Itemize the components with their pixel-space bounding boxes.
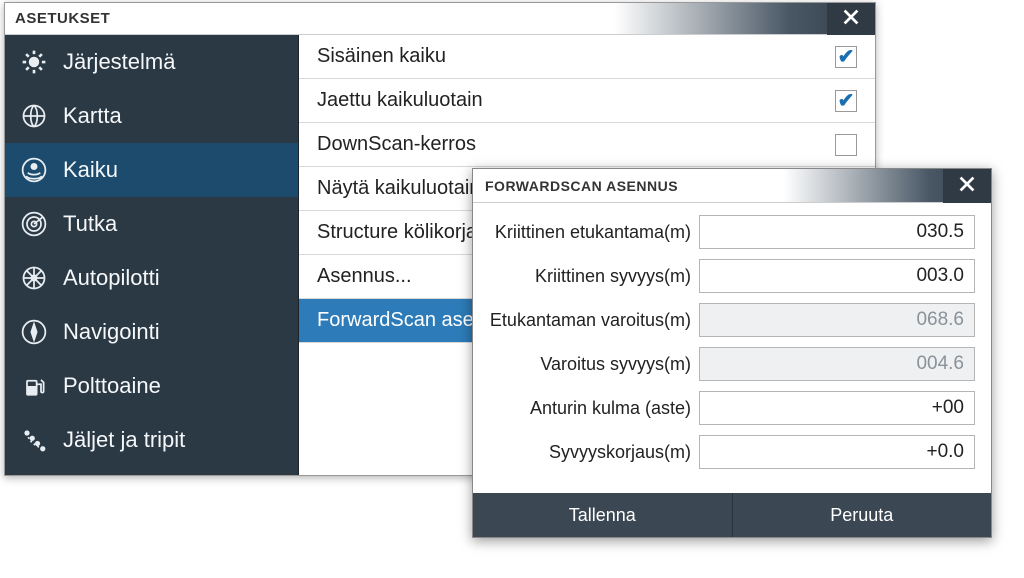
sidebar-item-compass[interactable]: Navigointi [5,305,298,359]
cancel-button[interactable]: Peruuta [733,493,992,537]
sidebar-item-wheel[interactable]: Autopilotti [5,251,298,305]
list-row-label: Asennus... [317,265,412,288]
sidebar-item-gear[interactable]: Järjestelmä [5,35,298,89]
globe-icon [19,101,49,131]
checkbox[interactable] [835,134,857,156]
list-row-label: DownScan-kerros [317,133,476,156]
tracks-icon [19,425,49,455]
gear-icon [19,47,49,77]
form-row: Varoitus syvyys(m) [489,347,975,381]
sidebar-item-fuel[interactable]: Polttoaine [5,359,298,413]
field-label: Kriittinen etukantama(m) [489,222,699,243]
sidebar: Järjestelmä Kartta Kaiku Tutka Autopilotti Na… [5,35,299,475]
forwardscan-dialog: FORWARDSCAN ASENNUS Kriittinen etukantam… [472,168,992,538]
forwardscan-title: FORWARDSCAN ASENNUS [473,178,678,194]
field-input [699,347,975,381]
list-row[interactable]: Sisäinen kaiku [299,35,875,79]
field-label: Varoitus syvyys(m) [489,354,699,375]
field-label: Anturin kulma (aste) [489,398,699,419]
field-label: Etukantaman varoitus(m) [489,310,699,331]
field-input[interactable] [699,215,975,249]
field-input [699,303,975,337]
checkbox[interactable] [835,46,857,68]
forwardscan-footer: Tallenna Peruuta [473,493,991,537]
forwardscan-header: FORWARDSCAN ASENNUS [473,169,991,203]
settings-close-button[interactable] [827,3,875,35]
form-row: Anturin kulma (aste) [489,391,975,425]
field-label: Syvyyskorjaus(m) [489,442,699,463]
compass-icon [19,317,49,347]
sidebar-item-sonar[interactable]: Kaiku [5,143,298,197]
close-icon [840,6,862,33]
form-row: Kriittinen syvyys(m) [489,259,975,293]
forwardscan-body: Kriittinen etukantama(m) Kriittinen syvyy… [473,203,991,493]
sidebar-item-label: Autopilotti [63,265,160,291]
sidebar-item-label: Navigointi [63,319,160,345]
sidebar-item-label: Kaiku [63,157,118,183]
list-row-label: Sisäinen kaiku [317,45,446,68]
radar-icon [19,209,49,239]
form-row: Kriittinen etukantama(m) [489,215,975,249]
field-input[interactable] [699,435,975,469]
list-row[interactable]: Jaettu kaikuluotain [299,79,875,123]
sidebar-item-label: Tutka [63,211,117,237]
sidebar-item-label: Kartta [63,103,122,129]
close-icon [956,173,978,200]
sidebar-item-label: Polttoaine [63,373,161,399]
field-input[interactable] [699,391,975,425]
settings-header: ASETUKSET [5,3,875,35]
wheel-icon [19,263,49,293]
sidebar-item-tracks[interactable]: Jäljet ja tripit [5,413,298,467]
sidebar-item-radar[interactable]: Tutka [5,197,298,251]
list-row[interactable]: DownScan-kerros [299,123,875,167]
field-label: Kriittinen syvyys(m) [489,266,699,287]
sidebar-item-globe[interactable]: Kartta [5,89,298,143]
list-row-label: Jaettu kaikuluotain [317,89,483,112]
list-row-label: Näytä kaikuluotain [317,177,480,200]
sidebar-item-label: Järjestelmä [63,49,175,75]
sonar-icon [19,155,49,185]
sidebar-item-label: Jäljet ja tripit [63,427,185,453]
checkbox[interactable] [835,90,857,112]
list-row-label: Structure kölikorjaus [317,221,498,244]
field-input[interactable] [699,259,975,293]
form-row: Etukantaman varoitus(m) [489,303,975,337]
settings-title: ASETUKSET [5,10,110,27]
forwardscan-close-button[interactable] [943,169,991,203]
save-button[interactable]: Tallenna [473,493,733,537]
form-row: Syvyyskorjaus(m) [489,435,975,469]
fuel-icon [19,371,49,401]
